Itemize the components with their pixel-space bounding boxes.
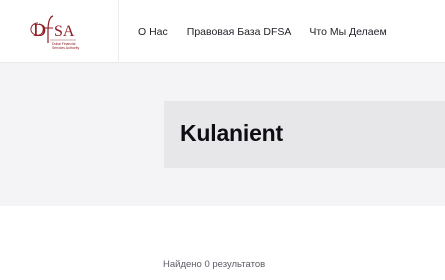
svg-text:SA: SA [54,23,75,40]
logo-subtitle-line-2: Services Authority [52,46,79,50]
hero-banner: Kulanient [0,63,445,206]
nav-item-about[interactable]: О Нас [138,26,168,38]
title-box: Kulanient [164,101,445,168]
dfsa-logo[interactable]: D SA Dubai Financial Services Authority [24,9,94,55]
nav-item-legal-framework[interactable]: Правовая База DFSA [187,26,292,38]
nav-item-what-we-do[interactable]: Что Мы Делаем [309,26,386,38]
page-title: Kulanient [180,120,283,146]
site-header: D SA Dubai Financial Services Authority … [0,0,445,63]
logo-container[interactable]: D SA Dubai Financial Services Authority [0,0,119,63]
svg-text:D: D [33,20,46,40]
main-nav: О Нас Правовая База DFSA Что Мы Делаем [138,0,387,63]
results-summary: Найдено 0 результатов [163,259,266,270]
